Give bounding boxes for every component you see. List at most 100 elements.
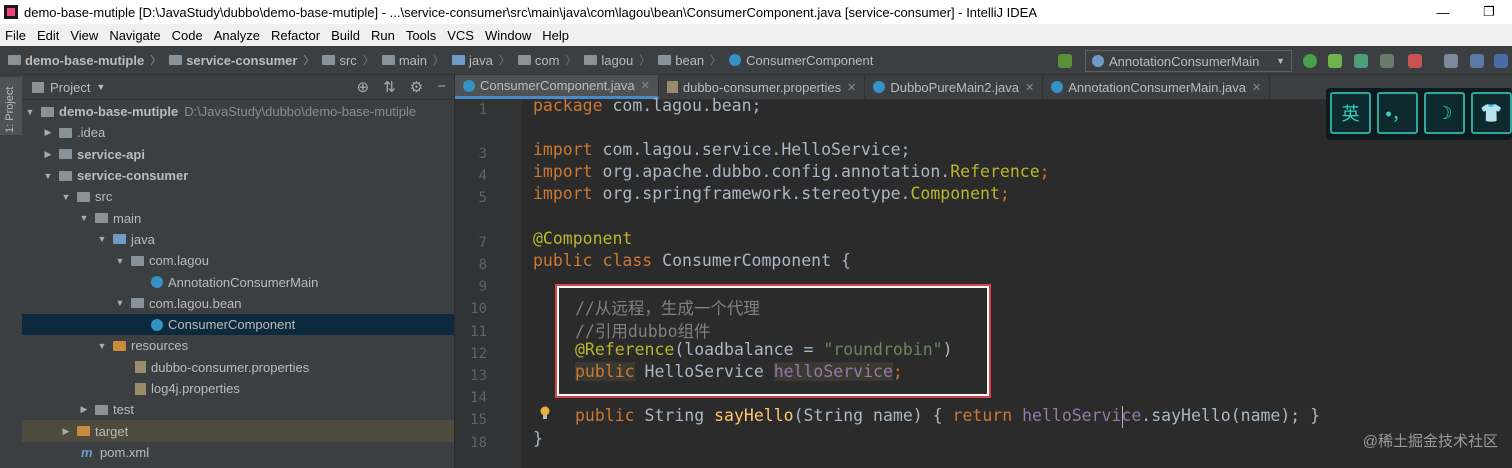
tree-item-main[interactable]: ▼ main	[22, 207, 454, 228]
line-number: 1	[478, 102, 487, 118]
breadcrumb-item[interactable]: src 〉	[314, 52, 374, 68]
breadcrumb-item[interactable]: ConsumerComponent	[721, 53, 873, 68]
code-line[interactable]: public String sayHello(String name) { re…	[575, 406, 1320, 425]
menu-vcs[interactable]: VCS	[442, 28, 480, 43]
minimize-button[interactable]: —	[1420, 0, 1466, 24]
close-icon[interactable]: ✕	[847, 81, 856, 94]
code-line[interactable]: @Reference(loadbalance = "roundrobin")	[575, 340, 953, 359]
debug-bug-icon[interactable]	[1328, 54, 1342, 68]
breadcrumb-item[interactable]: java 〉	[444, 52, 510, 68]
breadcrumb-item[interactable]: bean 〉	[650, 52, 721, 68]
tab-annotation-consumer-main[interactable]: AnnotationConsumerMain.java ✕	[1043, 75, 1271, 99]
close-icon[interactable]: ✕	[1025, 81, 1034, 94]
ime-moon-button[interactable]: ☽	[1424, 92, 1465, 134]
code-line[interactable]: public class ConsumerComponent {	[533, 251, 851, 270]
build-hammer-icon[interactable]	[1058, 54, 1072, 68]
translate-icon[interactable]	[1494, 54, 1508, 68]
code-line[interactable]: }	[533, 429, 543, 448]
menu-window[interactable]: Window	[480, 28, 537, 43]
menu-file[interactable]: File	[0, 28, 32, 43]
tree-item-target[interactable]: ▶ target	[22, 420, 454, 442]
menu-help[interactable]: Help	[537, 28, 575, 43]
menu-analyze[interactable]: Analyze	[209, 28, 266, 43]
hide-panel-icon[interactable]: −	[437, 78, 446, 96]
intellij-logo-icon	[4, 5, 18, 19]
tab-dubbo-pure-main2[interactable]: DubboPureMain2.java ✕	[865, 75, 1044, 99]
menu-view[interactable]: View	[65, 28, 104, 43]
profile-icon[interactable]	[1380, 54, 1394, 68]
chevron-down-icon[interactable]: ▼	[96, 341, 108, 351]
chevron-right-icon[interactable]: ▶	[78, 404, 90, 415]
menu-run[interactable]: Run	[366, 28, 401, 43]
stop-icon[interactable]	[1408, 54, 1422, 68]
code-line[interactable]: import com.lagou.service.HelloService;	[533, 140, 911, 159]
lightbulb-icon[interactable]	[539, 406, 551, 420]
tree-item-src[interactable]: ▼ src	[22, 186, 454, 207]
menu-build[interactable]: Build	[326, 28, 366, 43]
window-title: demo-base-mutiple [D:\JavaStudy\dubbo\de…	[24, 4, 1037, 20]
code-line[interactable]: //引用dubbo组件	[575, 318, 711, 342]
chevron-right-icon[interactable]: ▶	[42, 149, 54, 160]
chevron-down-icon[interactable]: ▼	[60, 192, 72, 202]
close-icon[interactable]: ✕	[1252, 81, 1261, 94]
tree-item-log4j-properties[interactable]: log4j.properties	[22, 378, 454, 399]
chevron-down-icon[interactable]: ▼	[42, 171, 54, 181]
tree-item-resources[interactable]: ▼ resources	[22, 335, 454, 356]
chevron-down-icon[interactable]: ▼	[78, 213, 90, 223]
chevron-right-icon[interactable]: ▶	[42, 127, 54, 138]
menu-bar: File Edit View Navigate Code Analyze Ref…	[0, 24, 1512, 46]
ime-skin-button[interactable]: 👕	[1471, 92, 1512, 134]
breadcrumb-item[interactable]: service-consumer 〉	[161, 52, 314, 68]
locate-file-icon[interactable]: ⊕	[357, 78, 370, 96]
tree-item-idea[interactable]: ▶ .idea	[22, 122, 454, 143]
tree-item-dubbo-consumer-properties[interactable]: dubbo-consumer.properties	[22, 357, 454, 378]
collapse-all-icon[interactable]: ⇅	[383, 78, 396, 96]
chevron-down-icon[interactable]: ▼	[96, 82, 105, 92]
chevron-right-icon[interactable]: ▶	[60, 426, 72, 437]
breadcrumb-item[interactable]: main 〉	[374, 52, 444, 68]
tree-item-com-lagou[interactable]: ▼ com.lagou	[22, 250, 454, 271]
class-icon	[1051, 81, 1064, 93]
line-number: 9	[478, 279, 487, 295]
tree-item-service-consumer[interactable]: ▼ service-consumer	[22, 165, 454, 186]
project-icon	[32, 81, 44, 93]
settings-icon[interactable]	[1470, 54, 1484, 68]
menu-code[interactable]: Code	[167, 28, 209, 43]
code-line[interactable]: import org.springframework.stereotype.Co…	[533, 184, 1010, 203]
run-configuration-select[interactable]: AnnotationConsumerMain ▼	[1085, 50, 1292, 72]
code-line[interactable]: package com.lagou.bean;	[533, 96, 762, 115]
tree-item-com-lagou-bean[interactable]: ▼ com.lagou.bean	[22, 293, 454, 314]
code-line[interactable]: public HelloService helloService;	[575, 362, 903, 381]
rerun-icon[interactable]	[1303, 54, 1317, 68]
close-icon[interactable]: ✕	[641, 79, 650, 92]
tree-item-demo-base-mutiple[interactable]: ▼ demo-base-mutiple D:\JavaStudy\dubbo\dem…	[22, 101, 454, 122]
gear-icon[interactable]: ⚙	[410, 78, 423, 96]
menu-navigate[interactable]: Navigate	[104, 28, 166, 43]
code-line[interactable]: @Component	[533, 229, 632, 248]
chevron-down-icon[interactable]: ▼	[96, 234, 108, 244]
breadcrumb-item[interactable]: com 〉	[510, 52, 576, 68]
breadcrumb-item[interactable]: demo-base-mutiple 〉	[0, 52, 161, 68]
tree-item-test[interactable]: ▶ test	[22, 399, 454, 420]
menu-refactor[interactable]: Refactor	[266, 28, 326, 43]
project-panel-title[interactable]: Project	[50, 80, 90, 95]
project-structure-icon[interactable]	[1444, 54, 1458, 68]
coverage-icon[interactable]	[1354, 54, 1368, 68]
package-icon	[584, 55, 598, 65]
chevron-down-icon[interactable]: ▼	[114, 298, 126, 308]
tree-item-consumer-component[interactable]: ConsumerComponent	[22, 313, 454, 336]
tree-item-service-api[interactable]: ▶ service-api	[22, 144, 454, 165]
menu-tools[interactable]: Tools	[401, 28, 442, 43]
code-line[interactable]: import org.apache.dubbo.config.annotatio…	[533, 162, 1050, 181]
chevron-down-icon[interactable]: ▼	[24, 107, 36, 117]
code-line[interactable]: //从远程，生成一个代理	[575, 295, 760, 319]
maximize-button[interactable]: ❐	[1466, 0, 1512, 24]
chevron-down-icon[interactable]: ▼	[114, 256, 126, 266]
breadcrumb-item[interactable]: lagou 〉	[576, 52, 650, 68]
tree-item-pom-xml[interactable]: m pom.xml	[22, 442, 454, 463]
tree-item-annotation-consumer-main[interactable]: AnnotationConsumerMain	[22, 271, 454, 292]
ime-language-button[interactable]: 英	[1330, 92, 1371, 134]
menu-edit[interactable]: Edit	[32, 28, 65, 43]
ime-punctuation-button[interactable]: •，	[1377, 92, 1418, 134]
tree-item-java[interactable]: ▼ java	[22, 229, 454, 250]
